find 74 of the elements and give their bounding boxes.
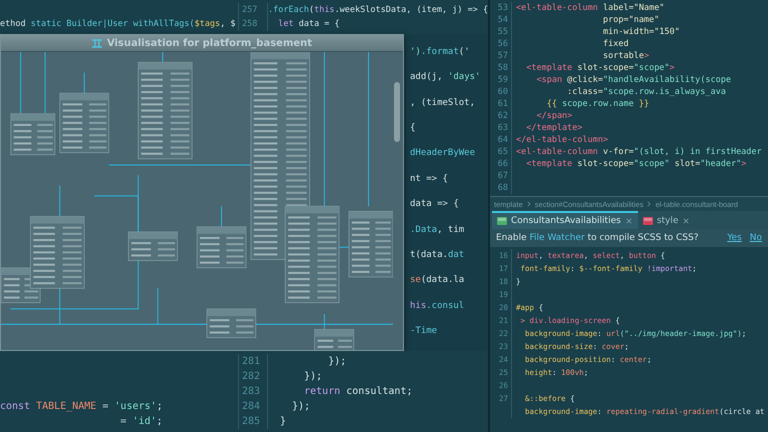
code-line: <template slot-scope="scope"> <box>525 62 676 74</box>
line-number: 257 <box>242 4 258 17</box>
code-line: </span> <box>535 110 574 122</box>
code-line: let data = { <box>277 18 341 31</box>
code-line: } <box>279 415 288 429</box>
scrollbar[interactable] <box>394 82 400 142</box>
notification-action-link[interactable]: Yes <box>727 233 742 243</box>
code-line: <el-table-column label="Name" <box>516 2 666 14</box>
window-title: Visualisation for platform_basement <box>106 38 312 48</box>
code-line: dHeaderByWee <box>410 148 476 160</box>
code-line: -Time <box>410 326 438 338</box>
code-line: </template> <box>525 122 584 134</box>
code-line: ethod static Builder|User withAllTags($tags, $ <box>0 18 236 31</box>
code-line: his.consul <box>410 300 466 313</box>
line-number: 282 <box>242 370 262 384</box>
code-line: fixed <box>602 38 630 50</box>
code-line: nt => { <box>410 174 449 186</box>
code-line: const TABLE_NAME = 'users'; <box>0 400 164 414</box>
line-number: 68 <box>498 182 508 194</box>
code-line: }); <box>327 355 348 369</box>
code-line: {{ scope.row.name }} <box>546 98 650 110</box>
line-number: 60 <box>498 86 508 98</box>
line-number: 54 <box>498 14 508 26</box>
line-number: 59 <box>498 74 508 86</box>
code-line: , (timeSlot, <box>410 98 476 110</box>
code-line: .forEach(this.weekSlotsData, (item, j) => { <box>268 4 488 17</box>
code-line: :class="scope.row.is_always_ava <box>566 86 727 98</box>
code-line: }); <box>291 400 312 414</box>
line-number: 55 <box>498 26 508 38</box>
code-line: return consultant; <box>303 385 414 399</box>
code-line: data => { <box>410 199 460 212</box>
code-line: <span @click="handleAvailability(scope <box>535 74 732 86</box>
line-number: 53 <box>498 2 508 14</box>
notification-message: Enable File Watcher to compile SCSS to CSS? <box>496 233 698 243</box>
line-number: 281 <box>242 355 262 369</box>
line-number: 62 <box>498 110 508 122</box>
line-number: 285 <box>242 415 262 429</box>
line-number: 67 <box>498 170 508 182</box>
code-line: prop="name" <box>602 14 660 26</box>
line-number: 284 <box>242 400 262 414</box>
file-icon <box>642 216 653 226</box>
line-number: 63 <box>498 122 508 134</box>
code-line: { <box>410 122 416 135</box>
tab-label: style <box>656 216 678 226</box>
line-number: 56 <box>498 38 508 50</box>
code-line: se(data.la <box>410 275 466 288</box>
code-line: </el-table-column> <box>516 134 610 146</box>
file-icon <box>497 216 507 226</box>
code-line: <template slot-scope="scope" slot="header"> <box>525 158 748 170</box>
line-number: 283 <box>242 385 262 399</box>
code-line: add(j, 'days' <box>410 72 482 84</box>
code-line: sortable> <box>602 50 650 62</box>
line-number: 65 <box>498 146 508 158</box>
line-number: 58 <box>498 62 508 74</box>
notification-action-link[interactable]: No <box>750 233 762 243</box>
code-line: <el-table-column v-for="(slot, i) in firstHeader <box>516 146 763 158</box>
line-number: 64 <box>498 134 508 146</box>
code-line: t(data.dat <box>410 250 466 262</box>
diagram-icon <box>92 38 102 48</box>
line-number: 258 <box>242 18 258 31</box>
line-number: 57 <box>498 50 508 62</box>
code-line: = 'id'; <box>119 415 164 429</box>
close-icon[interactable] <box>682 217 690 225</box>
editor-tab[interactable]: style <box>638 211 696 229</box>
code-line: }); <box>303 370 324 384</box>
tab-label: ConsultantsAvailabilities <box>511 216 621 226</box>
code-line: .Data, tim <box>410 224 466 237</box>
file-watcher-link[interactable]: File Watcher <box>530 233 585 243</box>
line-number: 61 <box>498 98 508 110</box>
close-icon[interactable] <box>624 217 633 225</box>
line-number: 66 <box>498 158 508 170</box>
editor-tab[interactable]: ConsultantsAvailabilities <box>492 211 638 229</box>
code-line: min-width="150" <box>602 26 681 38</box>
code-line: ').format(' <box>410 46 471 59</box>
